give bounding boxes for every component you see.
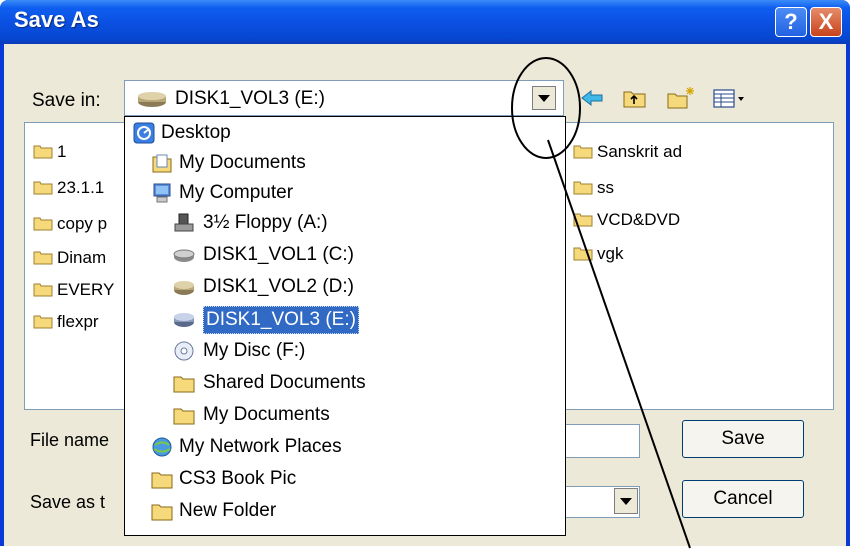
save-in-combobox[interactable]: DISK1_VOL3 (E:) [124,80,564,116]
drive-icon [173,249,195,262]
folder-icon [573,213,593,227]
drive-icon [174,313,194,327]
dropdown-item-label: My Documents [179,152,306,173]
list-item-label: EVERY [57,280,115,299]
list-item[interactable]: EVERY [33,279,114,301]
my-documents-icon [152,154,172,173]
list-item-label: ss [597,178,614,197]
folder-icon [573,181,593,195]
list-item-label: Sanskrit ad [597,142,683,161]
save-as-type-label: Save as t [30,492,106,512]
save-in-dropdown-arrow[interactable] [532,86,556,110]
dropdown-item-label: DISK1_VOL2 (D:) [203,276,354,297]
folder-icon [151,504,173,521]
list-item[interactable]: Sanskrit ad [573,141,682,163]
file-name-label: File name [30,430,110,450]
list-item[interactable]: Dinam [33,247,106,269]
dropdown-item-label: Desktop [161,122,231,143]
floppy-icon [174,213,194,232]
drive-icon [138,92,166,107]
list-item-label: 23.1.1 [57,178,105,197]
new-folder-icon[interactable] [666,86,696,110]
cancel-button[interactable]: Cancel [682,480,804,518]
my-computer-icon [153,183,171,203]
folder-icon [33,217,53,231]
dropdown-item-label: My Network Places [179,436,342,457]
list-item[interactable]: 23.1.1 [33,177,104,199]
folder-icon [33,283,53,297]
save-in-value: DISK1_VOL3 (E:) [175,88,325,109]
dropdown-item-label: My Disc (F:) [203,340,306,361]
list-item-label: VCD&DVD [597,210,681,229]
list-item[interactable]: flexpr [33,311,99,333]
folder-icon [33,251,53,265]
folder-icon [573,145,593,159]
list-item-label: copy p [57,214,108,233]
list-item[interactable]: VCD&DVD [573,209,680,231]
dropdown-item-label: Shared Documents [203,372,366,393]
close-button[interactable]: X [810,7,842,37]
save-in-label: Save in: [32,90,101,111]
views-menu-icon[interactable] [712,86,748,110]
dropdown-item-label: 3½ Floppy (A:) [203,212,328,233]
list-item-label: 1 [57,142,67,161]
window-title: Save As [14,7,99,32]
list-item[interactable]: ss [573,177,614,199]
list-item[interactable]: 1 [33,141,66,163]
dropdown-item-label: DISK1_VOL3 (E:) [203,306,359,334]
dropdown-item-label: My Documents [203,404,330,425]
folder-icon [173,408,195,425]
save-button[interactable]: Save [682,420,804,458]
folder-icon [33,145,53,159]
dropdown-item-label: My Computer [179,182,294,203]
cd-icon [174,341,194,361]
save-in-dropdown-list[interactable]: Desktop My Documents My Computer 3½ Flop… [124,116,566,536]
network-icon [152,437,172,457]
dropdown-item-label: CS3 Book Pic [179,468,297,489]
list-item-label: vgk [597,244,624,263]
folder-icon [173,376,195,393]
dropdown-item-label: New Folder [179,500,277,521]
list-item-label: Dinam [57,248,107,267]
title-bar[interactable]: Save As ? X [0,0,850,44]
folder-icon [151,472,173,489]
list-item[interactable]: vgk [573,243,623,265]
save-as-type-arrow[interactable] [614,488,638,514]
help-button[interactable]: ? [775,7,807,37]
list-item[interactable]: copy p [33,213,107,235]
dropdown-item-label: DISK1_VOL1 (C:) [203,244,354,265]
folder-icon [33,181,53,195]
up-folder-icon[interactable] [622,86,648,110]
folder-icon [33,315,53,329]
drive-icon [174,281,194,295]
folder-icon [573,247,593,261]
back-arrow-icon[interactable] [580,86,606,110]
desktop-icon [133,122,155,144]
list-item-label: flexpr [57,312,99,331]
